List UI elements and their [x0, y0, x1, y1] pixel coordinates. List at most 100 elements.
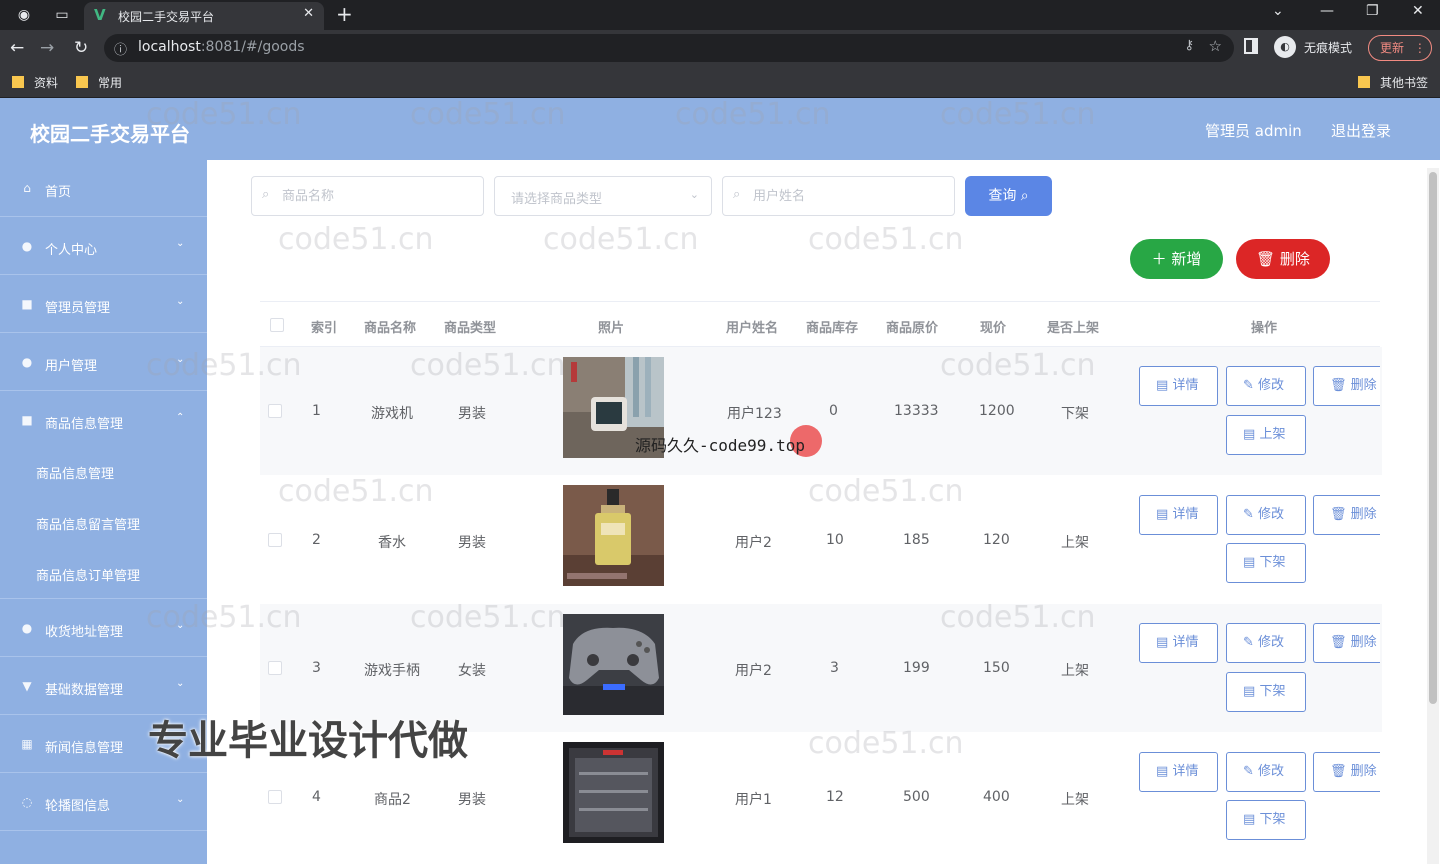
gamepad-photo: [563, 614, 664, 715]
perfume-photo: [563, 485, 664, 586]
search-icon: ⌕: [262, 187, 270, 202]
reload-icon[interactable]: ↻: [74, 38, 88, 58]
cell-price: 400: [983, 789, 1010, 805]
url-host: localhost: [138, 39, 201, 55]
row-checkbox[interactable]: [268, 790, 282, 804]
user-name-search[interactable]: ⌕: [722, 176, 955, 216]
tab-search-icon[interactable]: ⌄: [1272, 3, 1284, 19]
restore-icon[interactable]: ❐: [1366, 3, 1379, 19]
sidebar-item-label: 收货地址管理: [45, 625, 124, 640]
document-icon: ▤: [1243, 427, 1256, 442]
users-icon: ●: [21, 355, 33, 369]
sidebar-item-carousel[interactable]: ◌ 轮播图信息 ⌄: [0, 774, 207, 831]
search-icon: ⌕: [733, 187, 741, 202]
close-window-icon[interactable]: ✕: [1412, 3, 1424, 19]
row-checkbox[interactable]: [268, 661, 282, 675]
cell-orig-price: 500: [903, 789, 930, 805]
detail-button[interactable]: ▤ 详情: [1139, 366, 1218, 406]
logout-link[interactable]: 退出登录: [1331, 120, 1391, 141]
sidebar-item-home[interactable]: ⌂ 首页: [0, 160, 207, 217]
goods-name-input[interactable]: [282, 186, 462, 206]
edit-icon: ✎: [1243, 507, 1254, 522]
sidebar-item-admins[interactable]: ■ 管理员管理 ⌄: [0, 276, 207, 333]
chevron-down-icon: ⌄: [176, 354, 185, 365]
toggle-shelf-button[interactable]: ▤ 下架: [1226, 800, 1306, 840]
sidebar-item-label: 轮播图信息: [45, 799, 111, 814]
cell-status: 上架: [1061, 663, 1089, 679]
row-checkbox[interactable]: [268, 533, 282, 547]
cell-orig-price: 13333: [894, 403, 939, 419]
cell-type: 男装: [458, 535, 486, 551]
detail-button[interactable]: ▤ 详情: [1139, 495, 1218, 535]
select-all-checkbox[interactable]: [270, 318, 284, 332]
delete-button[interactable]: 🗑 删除: [1313, 495, 1380, 535]
admin-icon: ■: [21, 297, 33, 311]
other-bookmarks[interactable]: 其他书签: [1358, 74, 1428, 91]
goods-type-select[interactable]: 请选择商品类型 ⌄: [494, 176, 712, 216]
edit-label: 修改: [1258, 378, 1285, 393]
submenu-goods-orders[interactable]: 商品信息订单管理: [0, 548, 207, 599]
user-name-input[interactable]: [753, 186, 933, 206]
detail-button[interactable]: ▤ 详情: [1139, 752, 1218, 792]
news-icon: ▦: [21, 737, 33, 751]
tab-overview-icon[interactable]: ▭: [52, 5, 72, 25]
row-checkbox[interactable]: [268, 404, 282, 418]
sidebar-item-profile[interactable]: ● 个人中心 ⌄: [0, 218, 207, 275]
scrollbar-thumb[interactable]: [1429, 172, 1437, 704]
toggle-shelf-button[interactable]: ▤ 下架: [1226, 543, 1306, 583]
url-path: :8081/#/goods: [200, 39, 305, 55]
search-icon: ⌕: [1020, 188, 1029, 204]
delete-button[interactable]: 🗑 删除: [1313, 366, 1380, 406]
browser-tab[interactable]: V 校园二手交易平台 ✕: [84, 2, 324, 30]
col-operations: 操作: [1251, 321, 1278, 336]
cell-stock: 0: [829, 403, 838, 419]
chevron-down-icon: ⌄: [176, 296, 185, 307]
address-bar[interactable]: ⓘ localhost:8081/#/goods ⚷ ☆: [104, 34, 1234, 62]
bookmark-folder-ziliao[interactable]: 资料: [12, 74, 58, 91]
edit-button[interactable]: ✎ 修改: [1226, 623, 1306, 663]
edit-button[interactable]: ✎ 修改: [1226, 495, 1306, 535]
cell-name: 游戏手柄: [364, 663, 420, 679]
cell-name: 游戏机: [371, 406, 413, 422]
sidebar-item-base-data[interactable]: ▼ 基础数据管理 ⌄: [0, 658, 207, 715]
add-button[interactable]: ＋ 新增: [1130, 239, 1223, 279]
submenu-goods-messages[interactable]: 商品信息留言管理: [0, 497, 207, 548]
folder-icon: [12, 76, 24, 88]
bookmark-folder-changyong[interactable]: 常用: [76, 74, 122, 91]
edit-button[interactable]: ✎ 修改: [1226, 752, 1306, 792]
tab-close-icon[interactable]: ✕: [303, 6, 314, 21]
sidebar-item-goods[interactable]: ■ 商品信息管理 ⌃: [0, 392, 207, 449]
toggle-shelf-label: 上架: [1259, 427, 1286, 442]
toggle-shelf-button[interactable]: ▤ 上架: [1226, 415, 1306, 455]
back-icon[interactable]: ←: [10, 38, 24, 58]
detail-button[interactable]: ▤ 详情: [1139, 623, 1218, 663]
delete-button[interactable]: 🗑 删除: [1313, 752, 1380, 792]
url-text: localhost:8081/#/goods: [138, 39, 305, 55]
batch-delete-button[interactable]: 🗑 删除: [1236, 239, 1330, 279]
bookmark-star-icon[interactable]: ☆: [1209, 37, 1222, 55]
password-key-icon[interactable]: ⚷: [1184, 38, 1194, 53]
side-panel-icon[interactable]: [1244, 38, 1258, 54]
update-button[interactable]: 更新 ⋮: [1368, 35, 1432, 61]
toggle-shelf-button[interactable]: ▤ 下架: [1226, 672, 1306, 712]
goods-name-search[interactable]: ⌕: [251, 176, 484, 216]
query-button[interactable]: 查询 ⌕: [965, 176, 1052, 216]
incognito-label: 无痕模式: [1304, 41, 1353, 55]
forward-icon[interactable]: →: [40, 38, 54, 58]
chevron-down-icon: ⌄: [176, 238, 185, 249]
sidebar-item-users[interactable]: ● 用户管理 ⌄: [0, 334, 207, 391]
document-icon: ▤: [1156, 378, 1169, 393]
incognito-icon: ◐: [1274, 36, 1296, 58]
cell-stock: 10: [826, 532, 844, 548]
minimize-icon[interactable]: —: [1320, 3, 1334, 19]
sidebar-item-label: 基础数据管理: [45, 683, 124, 698]
site-info-icon[interactable]: ⓘ: [114, 39, 127, 58]
delete-button[interactable]: 🗑 删除: [1313, 623, 1380, 663]
sidebar-item-address[interactable]: ● 收货地址管理 ⌄: [0, 600, 207, 657]
document-icon: ▤: [1156, 635, 1169, 650]
edit-button[interactable]: ✎ 修改: [1226, 366, 1306, 406]
browser-menu-icon[interactable]: ◉: [14, 5, 34, 25]
edit-icon: ✎: [1243, 378, 1254, 393]
new-tab-icon[interactable]: +: [336, 2, 353, 26]
submenu-goods-info[interactable]: 商品信息管理: [0, 446, 207, 497]
